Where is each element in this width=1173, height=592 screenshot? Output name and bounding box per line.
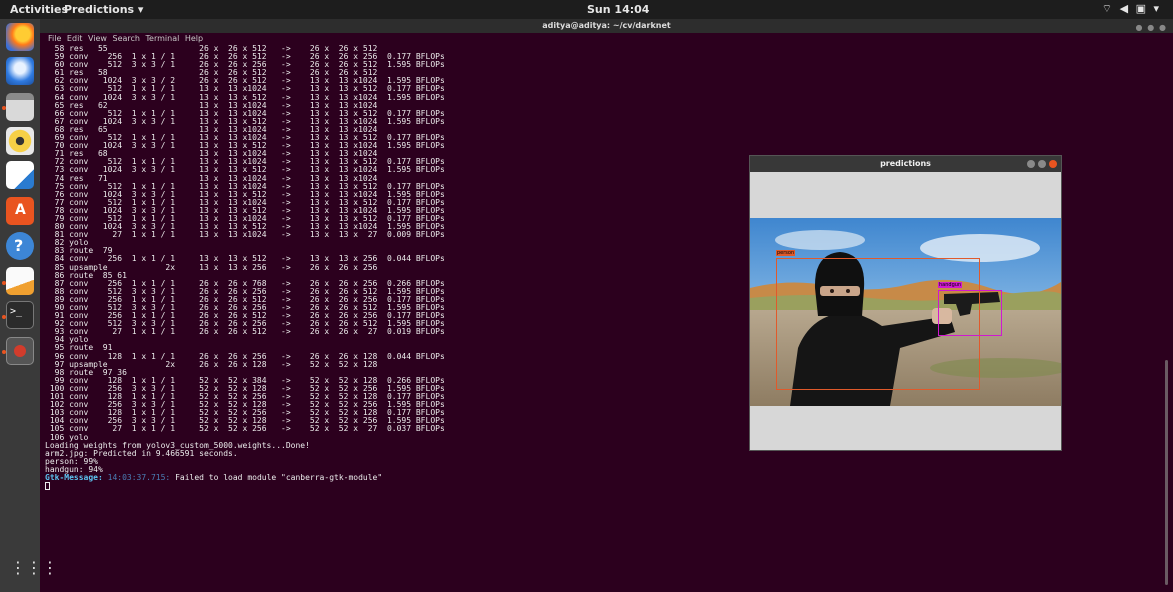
help-icon[interactable]: ? — [6, 232, 34, 260]
terminal-title: aditya@aditya: ~/cv/darknet — [542, 21, 671, 30]
clock[interactable]: Sun 14:04 — [587, 3, 649, 16]
terminal-icon[interactable]: >_ — [6, 301, 34, 329]
firefox-icon[interactable] — [6, 23, 34, 51]
software-center-icon[interactable]: A — [6, 197, 34, 225]
thunderbird-icon[interactable] — [6, 57, 34, 85]
text-editor-icon[interactable] — [6, 267, 34, 295]
prediction-image: person handgun — [750, 218, 1061, 406]
terminal-scrollbar[interactable] — [1165, 360, 1168, 585]
terminal-line: person: 99% — [45, 456, 98, 466]
system-tray[interactable]: ⌔ ◀ ▣ ▾ — [1102, 2, 1161, 16]
app-menu[interactable]: Predictions ▾ — [64, 3, 143, 16]
libreoffice-writer-icon[interactable] — [6, 161, 34, 189]
terminal-titlebar[interactable]: aditya@aditya: ~/cv/darknet ● ● ● — [40, 19, 1173, 33]
gtk-message-text: Failed to load module "canberra-gtk-modu… — [170, 472, 383, 482]
rhythmbox-icon[interactable] — [6, 127, 34, 155]
terminal-menubar[interactable]: File Edit View Search Terminal Help — [40, 33, 1173, 45]
predictions-window[interactable]: predictions person handgun — [749, 155, 1062, 451]
screenshot-icon[interactable] — [6, 337, 34, 365]
gtk-message-line: Gtk-Message: 14:03:37.715: Failed to loa… — [45, 472, 1155, 482]
predictions-title: predictions — [880, 159, 931, 168]
gtk-message-label: Gtk-Message: — [45, 472, 103, 482]
terminal-cursor — [45, 482, 50, 491]
handgun-bounding-box — [938, 290, 1002, 336]
predictions-titlebar[interactable]: predictions — [750, 156, 1061, 172]
dock: A ? >_ ⋮⋮⋮ — [0, 19, 58, 592]
top-bar: Activities Predictions ▾ Sun 14:04 ⌔ ◀ ▣… — [0, 0, 1173, 19]
minimize-icon[interactable] — [1027, 160, 1035, 168]
person-label: person — [776, 250, 796, 256]
close-icon[interactable] — [1049, 160, 1057, 168]
maximize-icon[interactable] — [1038, 160, 1046, 168]
files-icon[interactable] — [6, 93, 34, 121]
activities-button[interactable]: Activities — [10, 3, 68, 16]
handgun-label: handgun — [938, 282, 963, 288]
gtk-message-time: 14:03:37.715: — [107, 472, 171, 482]
show-applications-icon[interactable]: ⋮⋮⋮ — [10, 558, 58, 578]
